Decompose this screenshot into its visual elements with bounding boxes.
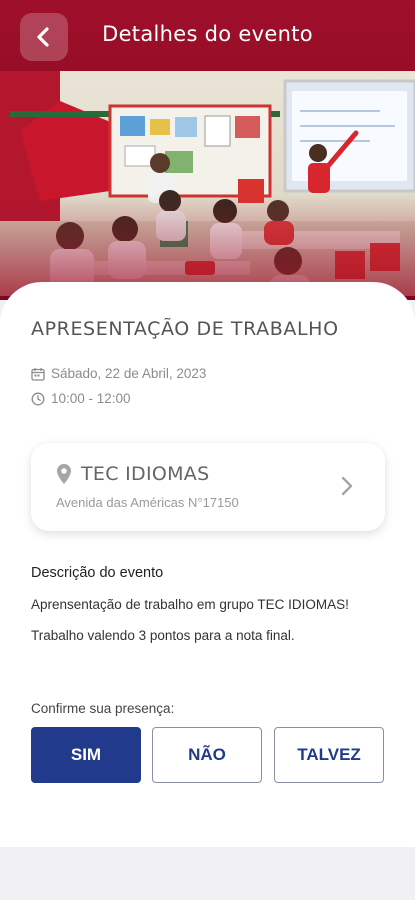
event-time: 10:00 - 12:00: [51, 391, 131, 406]
event-date: Sábado, 22 de Abril, 2023: [51, 366, 207, 381]
location-address: Avenida das Américas N°17150: [56, 495, 239, 510]
rsvp-yes-button[interactable]: SIM: [31, 727, 141, 783]
description-line-2: Trabalho valendo 3 pontos para a nota fi…: [31, 628, 295, 643]
description-line-1: Aprensentação de trabalho em grupo TEC I…: [31, 597, 349, 612]
event-time-row: 10:00 - 12:00: [31, 391, 131, 406]
event-photo: [0, 71, 415, 296]
page-title: Detalhes do evento: [102, 22, 313, 46]
rsvp-label: Confirme sua presença:: [31, 701, 175, 716]
header: Detalhes do evento: [0, 0, 415, 300]
event-title: APRESENTAÇÃO DE TRABALHO: [31, 318, 339, 340]
chevron-right-icon: [341, 476, 353, 496]
clock-icon: [31, 392, 45, 405]
description-title: Descrição do evento: [31, 565, 164, 581]
location-card[interactable]: TEC IDIOMAS Avenida das Américas N°17150: [31, 443, 385, 531]
rsvp-maybe-button[interactable]: TALVEZ: [274, 727, 384, 783]
location-name: TEC IDIOMAS: [81, 463, 210, 485]
map-pin-icon: [57, 464, 71, 484]
event-date-row: Sábado, 22 de Abril, 2023: [31, 366, 206, 381]
calendar-icon: [31, 367, 45, 381]
rsvp-no-button[interactable]: NÃO: [152, 727, 262, 783]
